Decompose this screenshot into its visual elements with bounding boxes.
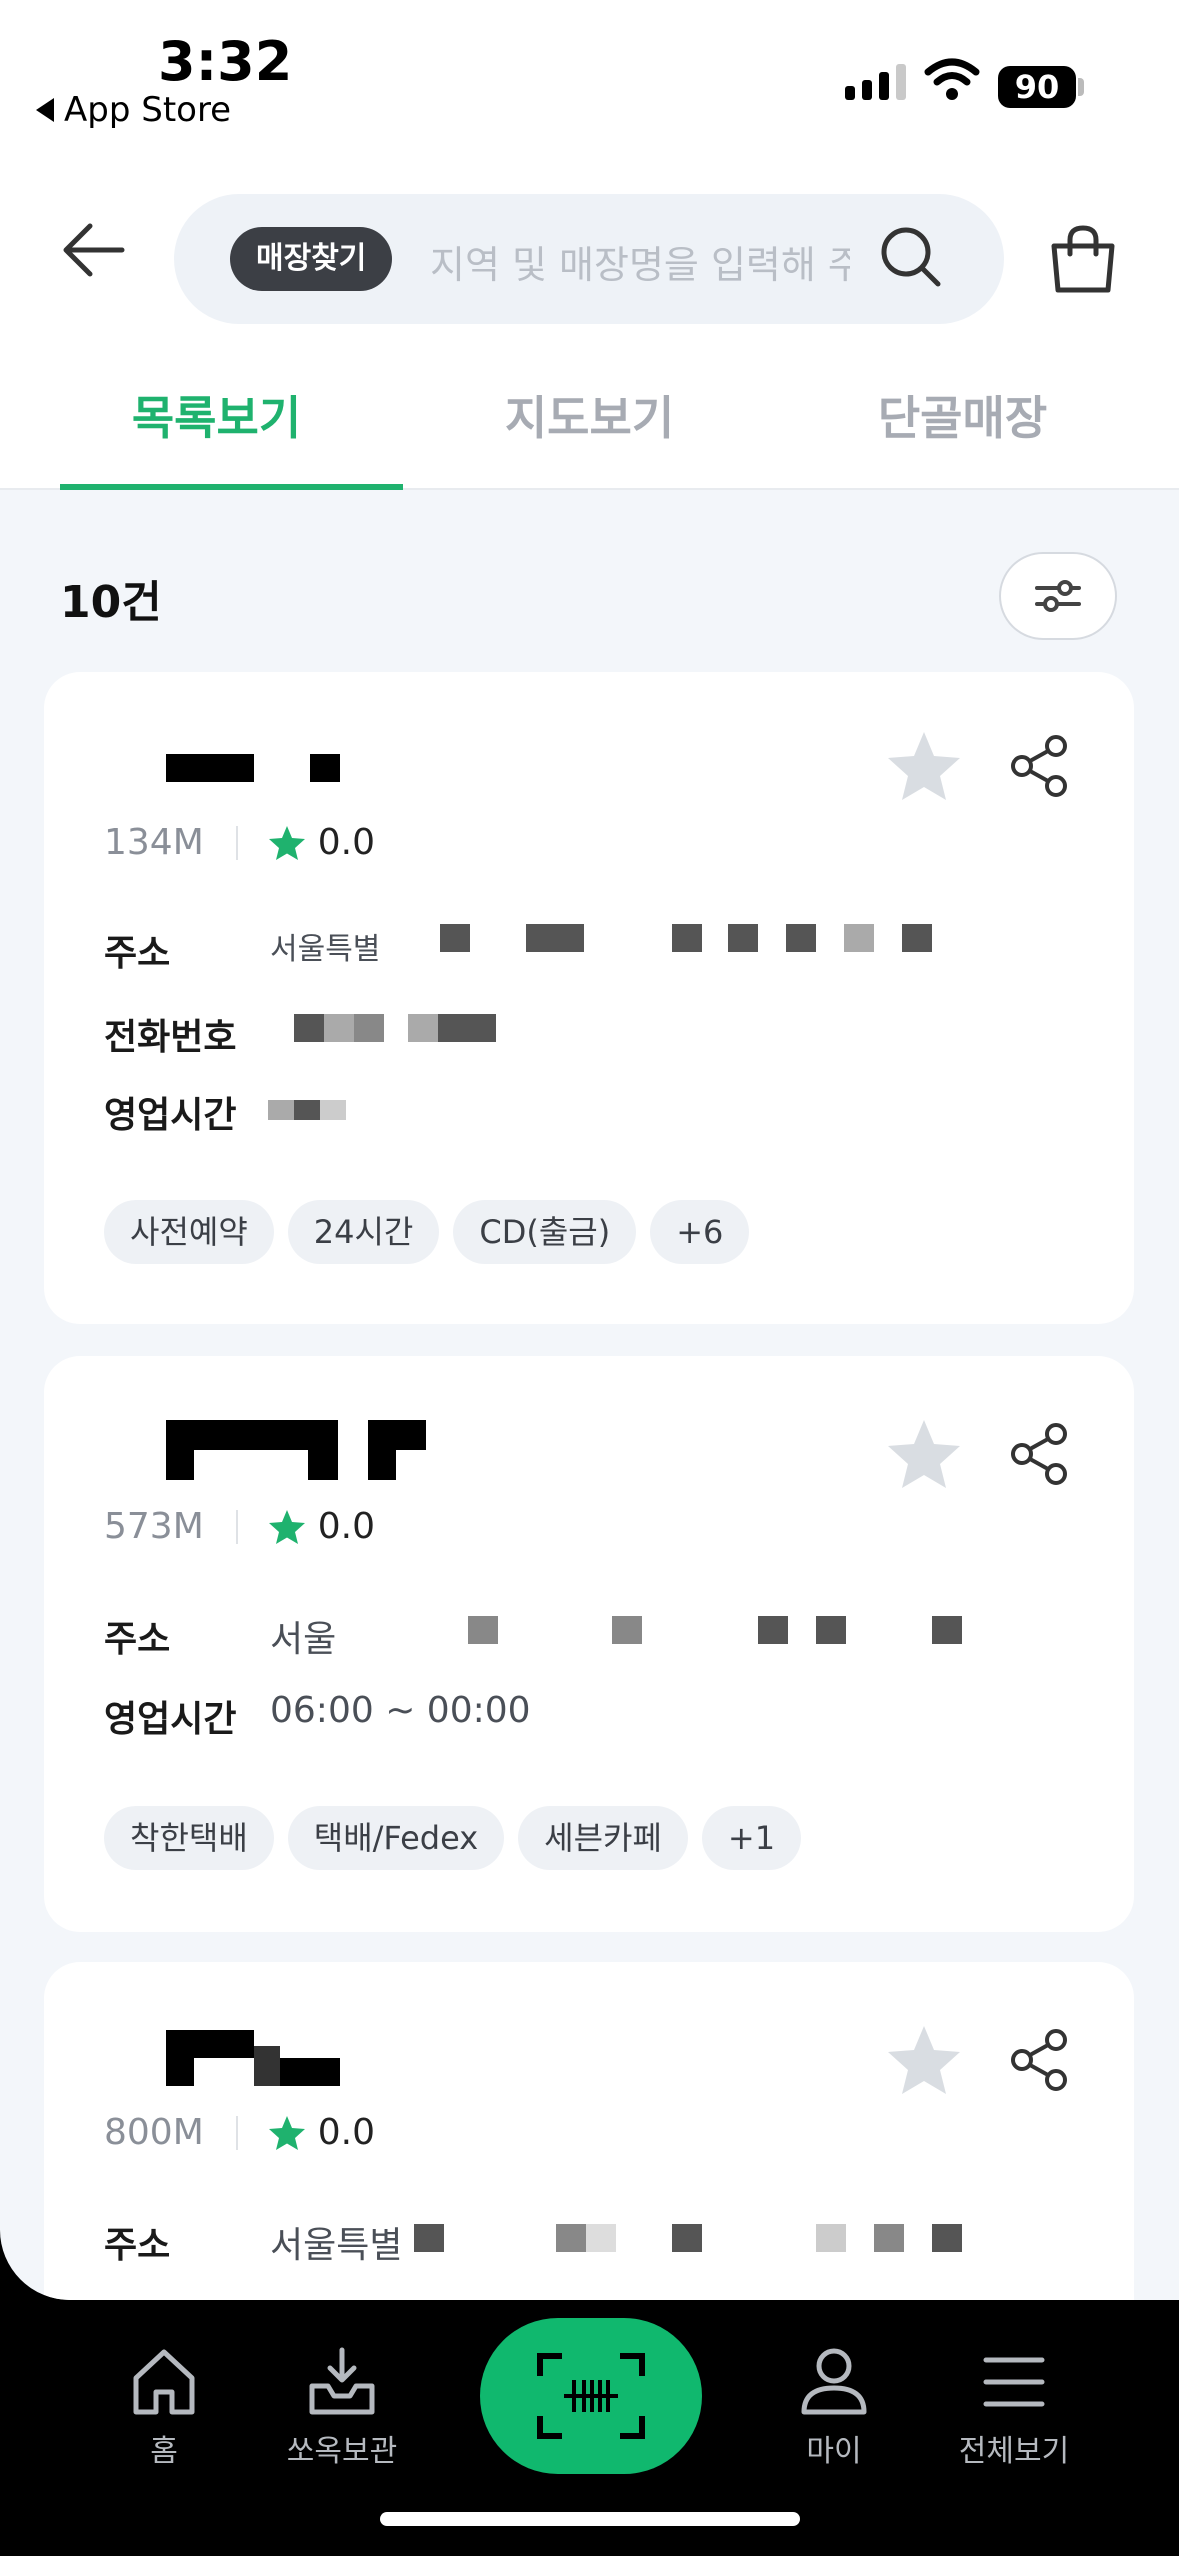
filter-sliders-icon [1035, 580, 1081, 612]
address-value: 서울특별 [270, 2225, 403, 2266]
address-row: 주소 서울특별 [104, 924, 380, 976]
signal-icon [845, 64, 906, 100]
divider [235, 1509, 238, 1544]
back-arrow-icon[interactable] [60, 222, 126, 278]
favorite-star-icon[interactable] [886, 1418, 962, 1490]
store-tags: 사전예약 24시간 CD(출금) +6 [104, 1200, 750, 1264]
battery-level: 90 [998, 66, 1076, 108]
tag-more-chip[interactable]: +1 [701, 1806, 802, 1870]
battery-tip [1078, 78, 1084, 96]
address-label: 주소 [104, 1619, 171, 1660]
person-icon [801, 2348, 867, 2415]
store-card[interactable]: 800M 0.0 주소 서울특별 [44, 1962, 1134, 2300]
address-label: 주소 [104, 2225, 171, 2266]
address-row: 주소 서울 [104, 1610, 336, 1662]
store-distance: 134M [104, 822, 204, 863]
search-icon[interactable] [878, 224, 944, 290]
nav-storage[interactable]: 쏘옥보관 [252, 2338, 432, 2470]
hours-row: 영업시간 06:00 ~ 00:00 [104, 1690, 531, 1742]
store-rating: 0.0 [317, 822, 376, 863]
store-distance: 573M [104, 1506, 204, 1547]
rating-star-icon [268, 2115, 305, 2150]
home-indicator [380, 2512, 800, 2526]
result-count: 10건 [60, 577, 162, 628]
nav-storage-label: 쏘옥보관 [286, 2434, 398, 2469]
search-bar[interactable]: 매장찾기 지역 및 매장명을 입력해 주세요 [174, 194, 1004, 324]
hours-label: 영업시간 [104, 1699, 237, 1740]
tab-list[interactable]: 목록보기 [30, 370, 403, 490]
tag-chip[interactable]: 사전예약 [104, 1200, 274, 1264]
share-icon[interactable] [1010, 1422, 1070, 1486]
back-to-app-link[interactable]: App Store [36, 90, 231, 130]
share-icon[interactable] [1010, 734, 1070, 798]
address-row: 주소 서울특별 [104, 2216, 402, 2268]
nav-all[interactable]: 전체보기 [924, 2338, 1104, 2470]
nav-home[interactable]: 홈 [74, 2338, 254, 2470]
find-store-chip[interactable]: 매장찾기 [230, 227, 393, 291]
distance-rating-row: 573M 0.0 [104, 1506, 375, 1547]
home-icon [133, 2349, 195, 2415]
store-distance: 800M [104, 2112, 204, 2153]
divider [235, 825, 238, 860]
status-time: 3:32 [158, 30, 293, 93]
nav-all-label: 전체보기 [958, 2434, 1070, 2469]
nav-my[interactable]: 마이 [744, 2338, 924, 2470]
tab-map[interactable]: 지도보기 [403, 370, 776, 488]
rating-star-icon [268, 825, 305, 860]
tag-chip[interactable]: 세븐카페 [518, 1806, 688, 1870]
tag-chip[interactable]: 택배/Fedex [287, 1806, 505, 1870]
store-rating: 0.0 [317, 1506, 376, 1547]
search-input[interactable]: 지역 및 매장명을 입력해 주세요 [430, 234, 850, 289]
address-value: 서울특별 [270, 932, 381, 967]
scan-button[interactable] [480, 2318, 702, 2474]
favorite-star-icon[interactable] [886, 2024, 962, 2096]
wifi-icon [924, 58, 980, 100]
phone-row: 전화번호 [104, 1008, 270, 1060]
tag-chip[interactable]: CD(출금) [453, 1200, 637, 1264]
hours-row: 영업시간 [104, 1086, 270, 1138]
view-tabs: 목록보기 지도보기 단골매장 [0, 370, 1179, 490]
top-area: 3:32 App Store 90 매장찾기 지역 및 매장명을 입력해 주세요 [0, 0, 1179, 490]
hours-value: 06:00 ~ 00:00 [270, 1690, 531, 1731]
tab-favorites[interactable]: 단골매장 [776, 370, 1149, 488]
tag-chip[interactable]: 착한택배 [104, 1806, 274, 1870]
tag-chip[interactable]: 24시간 [287, 1200, 440, 1264]
rating-star-icon [268, 1509, 305, 1544]
store-card[interactable]: 573M 0.0 주소 서울 영업시간 06:00 ~ 00:00 착한택배 택… [44, 1356, 1134, 1932]
inbox-download-icon [309, 2347, 375, 2415]
divider [235, 2115, 238, 2150]
shopping-bag-icon[interactable] [1048, 224, 1118, 294]
nav-home-label: 홈 [150, 2434, 178, 2469]
barcode-scan-icon [537, 2353, 645, 2439]
back-app-label: App Store [64, 90, 232, 130]
back-triangle-icon [36, 98, 54, 122]
distance-rating-row: 134M 0.0 [104, 822, 375, 863]
screen: 3:32 App Store 90 매장찾기 지역 및 매장명을 입력해 주세요 [0, 0, 1179, 2300]
distance-rating-row: 800M 0.0 [104, 2112, 375, 2153]
filter-button[interactable] [999, 552, 1117, 640]
hours-label: 영업시간 [104, 1095, 237, 1136]
address-value: 서울 [270, 1619, 337, 1660]
tag-more-chip[interactable]: +6 [650, 1200, 750, 1264]
store-card[interactable]: 134M 0.0 주소 서울특별 전화번호 영업시간 사전예약 24시간 CD(… [44, 672, 1134, 1324]
store-rating: 0.0 [317, 2112, 376, 2153]
store-tags: 착한택배 택배/Fedex 세븐카페 +1 [104, 1806, 802, 1870]
hamburger-menu-icon [983, 2357, 1045, 2407]
share-icon[interactable] [1010, 2028, 1070, 2092]
phone-label: 전화번호 [104, 1017, 237, 1058]
nav-my-label: 마이 [806, 2434, 862, 2469]
favorite-star-icon[interactable] [886, 730, 962, 802]
address-label: 주소 [104, 933, 171, 974]
